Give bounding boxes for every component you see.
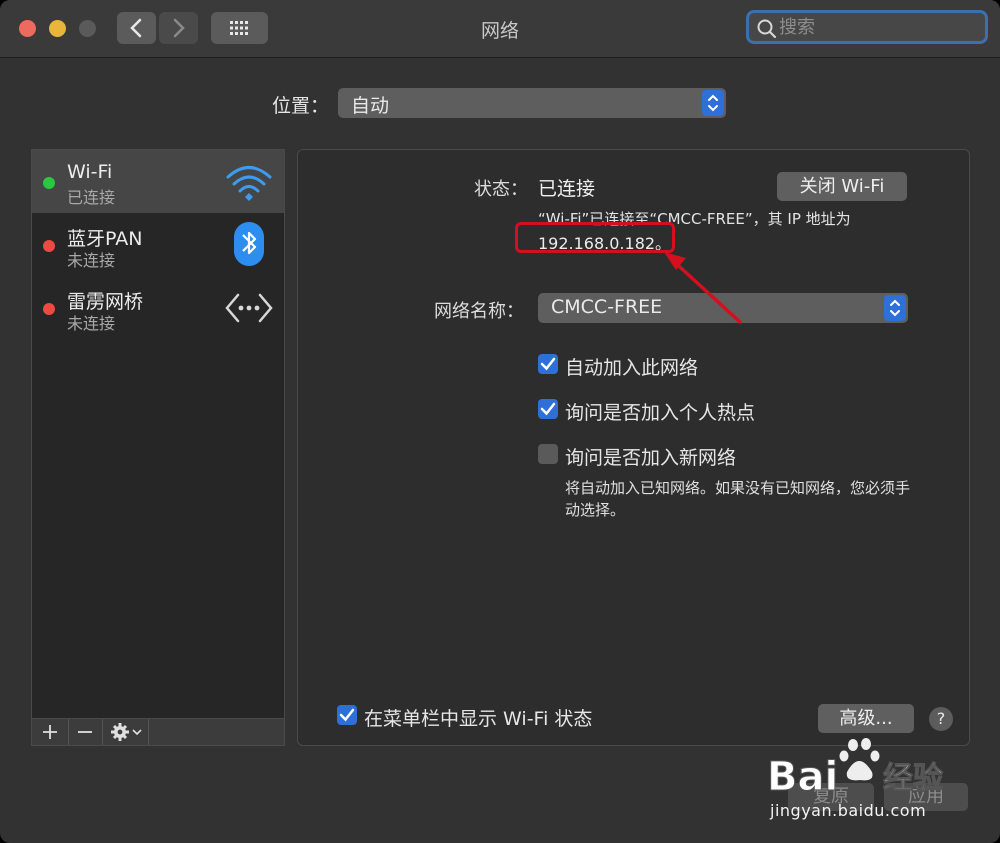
plus-icon: [43, 725, 57, 739]
location-value: 自动: [351, 95, 390, 117]
auto-join-label[interactable]: 自动加入此网络: [565, 353, 698, 380]
ask-new-network-label[interactable]: 询问是否加入新网络: [565, 443, 736, 470]
ask-new-network-checkbox[interactable]: [538, 444, 558, 464]
search-input[interactable]: [779, 15, 979, 39]
status-dot: [43, 240, 55, 252]
location-select[interactable]: 自动: [338, 88, 726, 118]
add-service-button[interactable]: [32, 719, 69, 745]
remove-service-button[interactable]: [68, 719, 103, 745]
service-status: 未连接: [67, 251, 116, 270]
ask-hotspot-label[interactable]: 询问是否加入个人热点: [565, 398, 755, 425]
network-preferences-window: 网络 位置： 自动 Wi-Fi 已连接 蓝牙PAN 未连接: [0, 0, 1000, 843]
network-name-label: 网络名称：: [434, 301, 524, 322]
auto-join-checkbox[interactable]: [538, 354, 558, 374]
ask-new-network-hint: 将自动加入已知网络。如果没有已知网络，您必须手动选择。: [565, 479, 911, 519]
up-down-chevron-icon: [708, 94, 718, 112]
wifi-icon: [226, 166, 272, 201]
network-name-select[interactable]: CMCC-FREE: [538, 293, 908, 323]
thunderbolt-bridge-icon: [225, 293, 273, 323]
service-status: 未连接: [67, 314, 116, 333]
ip-highlight-box: [515, 222, 675, 253]
network-name-value: CMCC-FREE: [551, 296, 663, 318]
title-bar: 网络: [0, 0, 1000, 58]
status-dot: [43, 177, 55, 189]
show-in-menubar-label[interactable]: 在菜单栏中显示 Wi-Fi 状态: [364, 704, 592, 731]
service-item-thunderbolt-bridge[interactable]: 雷雳网桥 未连接: [32, 276, 284, 339]
service-item-bluetooth-pan[interactable]: 蓝牙PAN 未连接: [32, 213, 284, 276]
status-dot: [43, 303, 55, 315]
service-status: 已连接: [67, 188, 116, 207]
location-stepper: [702, 90, 724, 116]
checkmark-icon: [540, 402, 556, 416]
service-item-wifi[interactable]: Wi-Fi 已连接: [32, 150, 284, 213]
watermark-brand: Bai: [767, 754, 838, 800]
watermark-brand2: 经验: [883, 761, 943, 796]
minus-icon: [78, 731, 92, 733]
search-field[interactable]: [746, 10, 988, 44]
checkmark-icon: [339, 708, 355, 722]
network-stepper: [884, 295, 906, 321]
service-list-toolbar: [31, 718, 285, 746]
advanced-button[interactable]: 高级...: [818, 704, 914, 733]
search-icon: [757, 19, 777, 39]
status-label: 状态：: [474, 179, 528, 200]
help-button[interactable]: ?: [929, 707, 953, 731]
bluetooth-icon: [234, 222, 264, 266]
watermark-url: jingyan.baidu.com: [770, 801, 927, 820]
turn-off-wifi-button[interactable]: 关闭 Wi-Fi: [777, 172, 907, 201]
gear-icon: [111, 723, 142, 741]
service-list: Wi-Fi 已连接 蓝牙PAN 未连接 雷雳网桥 未连接: [31, 149, 285, 719]
status-value: 已连接: [538, 178, 596, 200]
service-name: Wi-Fi: [67, 161, 113, 183]
up-down-chevron-icon: [890, 299, 900, 317]
ask-hotspot-checkbox[interactable]: [538, 399, 558, 419]
action-menu-button[interactable]: [102, 719, 149, 745]
checkmark-icon: [540, 357, 556, 371]
location-label: 位置：: [272, 95, 330, 117]
baidu-jingyan-watermark: Bai 经验: [767, 738, 944, 801]
show-in-menubar-checkbox[interactable]: [337, 705, 357, 725]
